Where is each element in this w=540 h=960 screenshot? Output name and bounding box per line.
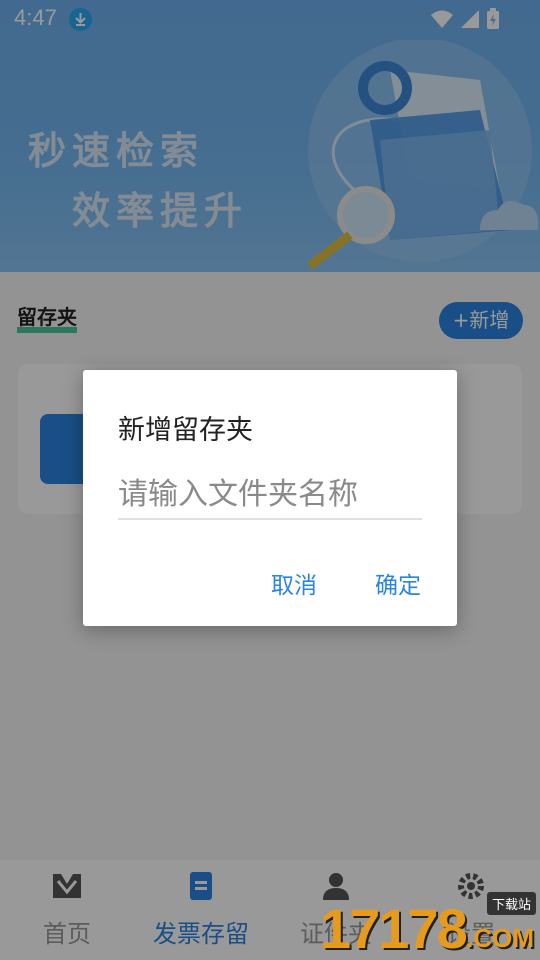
new-folder-dialog: 新增留存夹 取消 确定 bbox=[83, 370, 457, 626]
watermark-logo: 17178 下载站 .COM bbox=[310, 888, 540, 960]
folder-name-input[interactable] bbox=[118, 470, 422, 520]
watermark-domain: .COM bbox=[466, 923, 534, 953]
cancel-button[interactable]: 取消 bbox=[271, 566, 317, 600]
watermark-tag: 下载站 bbox=[486, 892, 536, 915]
watermark-number: 17178 bbox=[320, 897, 468, 960]
confirm-button[interactable]: 确定 bbox=[375, 566, 421, 600]
dialog-title: 新增留存夹 bbox=[118, 415, 253, 446]
